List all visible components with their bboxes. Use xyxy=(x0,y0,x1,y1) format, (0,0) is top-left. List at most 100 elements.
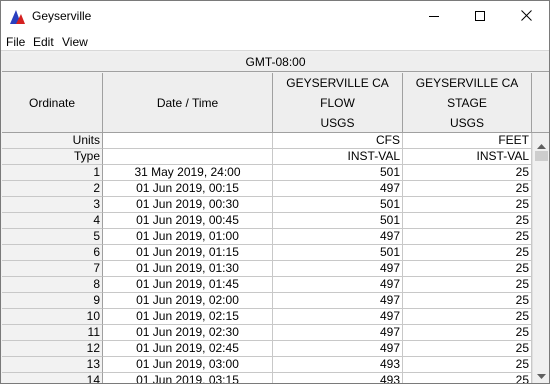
flow-cell[interactable]: 497 xyxy=(273,181,403,197)
type-flow[interactable]: INST-VAL xyxy=(273,149,403,165)
stage-cell[interactable]: 25 xyxy=(403,181,532,197)
ordinate-cell: 14 xyxy=(2,373,103,383)
type-row-datetime xyxy=(103,149,273,165)
stage-cell[interactable]: 25 xyxy=(403,165,532,181)
column-header-stage-source: USGS xyxy=(449,115,484,130)
close-icon xyxy=(520,9,532,24)
ordinate-cell: 9 xyxy=(2,293,103,309)
ordinate-cell: 3 xyxy=(2,197,103,213)
ordinate-cell: 2 xyxy=(2,181,103,197)
datetime-cell[interactable]: 01 Jun 2019, 02:00 xyxy=(103,293,273,309)
vertical-scrollbar[interactable] xyxy=(532,133,549,383)
datetime-cell[interactable]: 01 Jun 2019, 00:30 xyxy=(103,197,273,213)
scrollbar-thumb[interactable] xyxy=(535,151,548,161)
table-row[interactable]: 3 01 Jun 2019, 00:30 501 25 xyxy=(2,197,532,213)
ordinate-cell: 7 xyxy=(2,261,103,277)
stage-cell[interactable]: 25 xyxy=(403,325,532,341)
minimize-button[interactable] xyxy=(411,1,457,32)
stage-cell[interactable]: 25 xyxy=(403,357,532,373)
stage-cell[interactable]: 25 xyxy=(403,309,532,325)
flow-cell[interactable]: 501 xyxy=(273,213,403,229)
menu-file[interactable]: File xyxy=(6,35,25,49)
stage-cell[interactable]: 25 xyxy=(403,197,532,213)
ordinate-cell: 1 xyxy=(2,165,103,181)
menu-edit[interactable]: Edit xyxy=(33,35,54,49)
units-stage[interactable]: FEET xyxy=(403,133,532,149)
column-header-datetime[interactable]: Date / Time xyxy=(103,73,273,133)
column-header-ordinate[interactable]: Ordinate xyxy=(2,73,103,133)
datetime-cell[interactable]: 01 Jun 2019, 01:45 xyxy=(103,277,273,293)
ordinate-cell: 10 xyxy=(2,309,103,325)
table-row[interactable]: 9 01 Jun 2019, 02:00 497 25 xyxy=(2,293,532,309)
flow-cell[interactable]: 497 xyxy=(273,277,403,293)
flow-cell[interactable]: 497 xyxy=(273,293,403,309)
stage-cell[interactable]: 25 xyxy=(403,245,532,261)
datetime-cell[interactable]: 01 Jun 2019, 02:15 xyxy=(103,309,273,325)
table-row[interactable]: 2 01 Jun 2019, 00:15 497 25 xyxy=(2,181,532,197)
column-header-stage[interactable]: GEYSERVILLE CA STAGE USGS xyxy=(403,73,532,133)
title-bar[interactable]: Geyserville xyxy=(1,1,549,32)
scroll-up-arrow-icon[interactable] xyxy=(537,138,546,152)
window: Geyserville File Edit View GMT-08:00 Ord… xyxy=(0,0,550,384)
units-row-datetime xyxy=(103,133,273,149)
datetime-cell[interactable]: 01 Jun 2019, 01:00 xyxy=(103,229,273,245)
table-row[interactable]: 10 01 Jun 2019, 02:15 497 25 xyxy=(2,309,532,325)
stage-cell[interactable]: 25 xyxy=(403,213,532,229)
close-button[interactable] xyxy=(503,1,549,32)
table-row[interactable]: 6 01 Jun 2019, 01:15 501 25 xyxy=(2,245,532,261)
stage-cell[interactable]: 25 xyxy=(403,229,532,245)
ordinate-cell: 13 xyxy=(2,357,103,373)
datetime-cell[interactable]: 01 Jun 2019, 01:30 xyxy=(103,261,273,277)
flow-cell[interactable]: 497 xyxy=(273,229,403,245)
stage-cell[interactable]: 25 xyxy=(403,261,532,277)
window-title: Geyserville xyxy=(32,9,92,23)
datetime-cell[interactable]: 01 Jun 2019, 01:15 xyxy=(103,245,273,261)
table-row[interactable]: 7 01 Jun 2019, 01:30 497 25 xyxy=(2,261,532,277)
datetime-cell[interactable]: 01 Jun 2019, 03:00 xyxy=(103,357,273,373)
datetime-cell[interactable]: 01 Jun 2019, 02:45 xyxy=(103,341,273,357)
type-stage[interactable]: INST-VAL xyxy=(403,149,532,165)
flow-cell[interactable]: 493 xyxy=(273,357,403,373)
ordinate-cell: 5 xyxy=(2,229,103,245)
datetime-cell[interactable]: 01 Jun 2019, 00:45 xyxy=(103,213,273,229)
column-header-stage-parameter: STAGE xyxy=(447,95,487,110)
table-row[interactable]: 12 01 Jun 2019, 02:45 497 25 xyxy=(2,341,532,357)
maximize-button[interactable] xyxy=(457,1,503,32)
flow-cell[interactable]: 501 xyxy=(273,245,403,261)
minimize-icon xyxy=(429,10,439,24)
flow-cell[interactable]: 497 xyxy=(273,309,403,325)
table-row[interactable]: 11 01 Jun 2019, 02:30 497 25 xyxy=(2,325,532,341)
flow-cell[interactable]: 497 xyxy=(273,261,403,277)
table-row[interactable]: 8 01 Jun 2019, 01:45 497 25 xyxy=(2,277,532,293)
timezone-bar: GMT-08:00 xyxy=(2,53,549,72)
units-flow[interactable]: CFS xyxy=(273,133,403,149)
datetime-cell[interactable]: 31 May 2019, 24:00 xyxy=(103,165,273,181)
column-header-ordinate-label: Ordinate xyxy=(28,95,76,110)
table-row[interactable]: 4 01 Jun 2019, 00:45 501 25 xyxy=(2,213,532,229)
menu-view[interactable]: View xyxy=(62,35,88,49)
table-row[interactable]: 5 01 Jun 2019, 01:00 497 25 xyxy=(2,229,532,245)
maximize-icon xyxy=(475,10,485,24)
datetime-cell[interactable]: 01 Jun 2019, 00:15 xyxy=(103,181,273,197)
flow-cell[interactable]: 493 xyxy=(273,373,403,383)
scroll-down-arrow-icon[interactable] xyxy=(537,369,546,383)
flow-cell[interactable]: 501 xyxy=(273,165,403,181)
stage-cell[interactable]: 25 xyxy=(403,277,532,293)
ordinate-cell: 11 xyxy=(2,325,103,341)
table-row[interactable]: 1 31 May 2019, 24:00 501 25 xyxy=(2,165,532,181)
datetime-cell[interactable]: 01 Jun 2019, 03:15 xyxy=(103,373,273,383)
geyserville-app-icon xyxy=(9,8,26,25)
datetime-cell[interactable]: 01 Jun 2019, 02:30 xyxy=(103,325,273,341)
data-table: Ordinate Date / Time GEYSERVILLE CA FLOW… xyxy=(2,73,532,383)
stage-cell[interactable]: 25 xyxy=(403,293,532,309)
type-row-label: Type xyxy=(2,149,103,165)
table-row[interactable]: 13 01 Jun 2019, 03:00 493 25 xyxy=(2,357,532,373)
column-header-flow[interactable]: GEYSERVILLE CA FLOW USGS xyxy=(273,73,403,133)
table-row[interactable]: 14 01 Jun 2019, 03:15 493 25 xyxy=(2,373,532,383)
flow-cell[interactable]: 501 xyxy=(273,197,403,213)
column-header-datetime-label: Date / Time xyxy=(156,95,219,110)
stage-cell[interactable]: 25 xyxy=(403,373,532,383)
flow-cell[interactable]: 497 xyxy=(273,341,403,357)
flow-cell[interactable]: 497 xyxy=(273,325,403,341)
stage-cell[interactable]: 25 xyxy=(403,341,532,357)
